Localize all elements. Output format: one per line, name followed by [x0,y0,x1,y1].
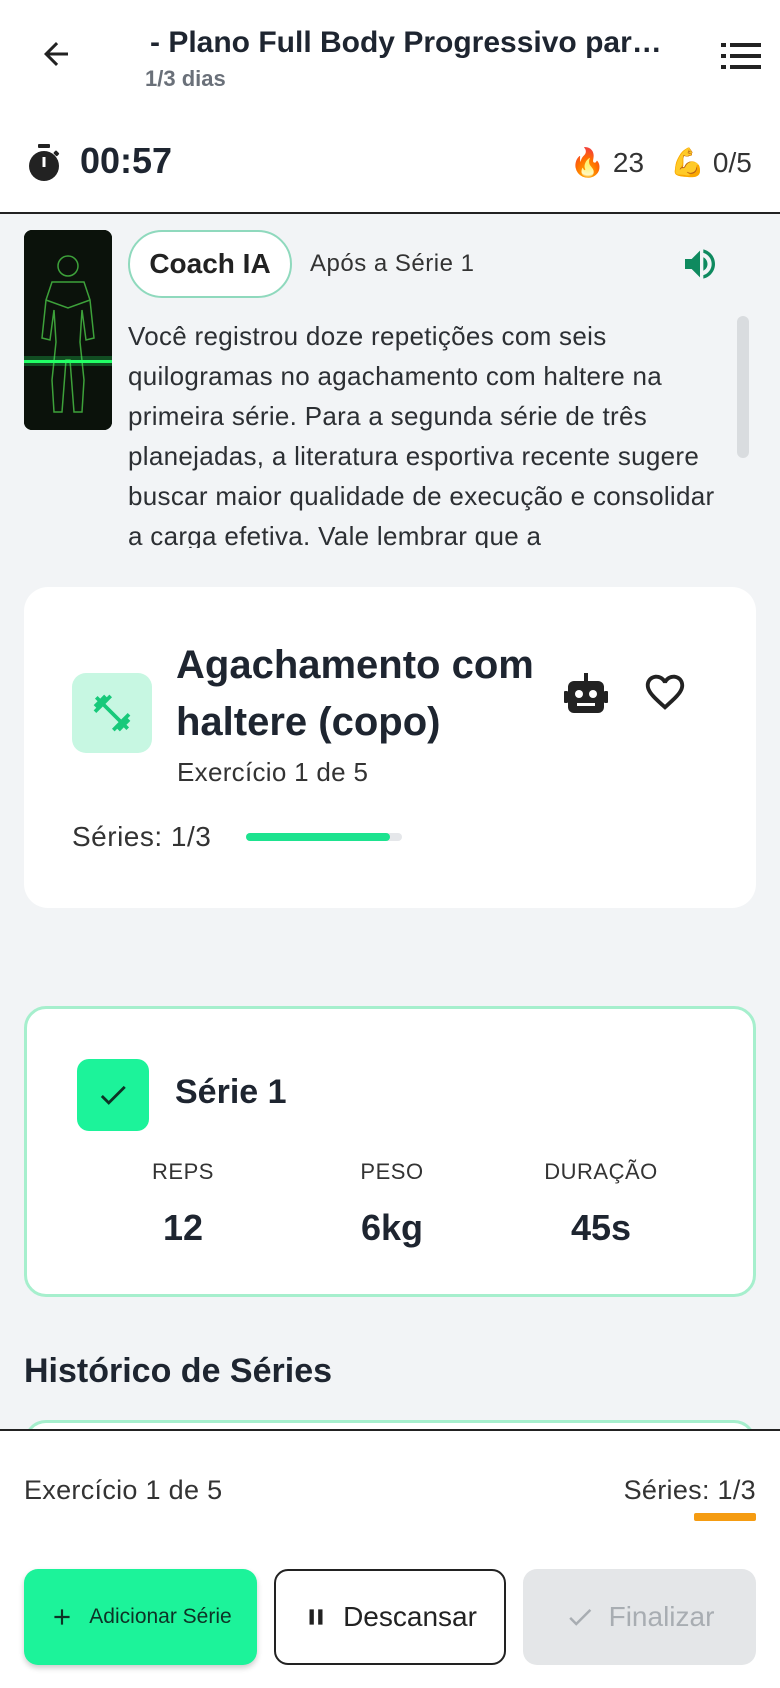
series-progress-fill [246,833,390,841]
volume-icon [685,249,715,279]
ai-assistant-button[interactable] [562,671,610,719]
coach-badge: Coach IA [128,230,292,298]
dumbbell-icon [93,694,131,732]
set-duration-value: 45s [570,1207,632,1248]
fire-icon: 🔥 [570,147,605,178]
set-weight-value: 6kg [360,1207,424,1248]
coach-message-scrollbar[interactable] [737,316,749,458]
set-title: Série 1 [175,1073,287,1111]
set-reps-value: 12 [162,1207,204,1248]
heart-icon [645,674,685,710]
exercise-progress-count: 0/5 [712,146,752,178]
history-title: Histórico de Séries [24,1352,333,1390]
speaker-button[interactable] [680,244,720,284]
set-weight: PESO 6kg [292,1159,492,1249]
workout-timer: 00:57 [80,140,173,181]
add-series-button[interactable]: Adicionar Série [24,1569,257,1665]
bottom-series-count: Séries: 1/3 [623,1475,756,1505]
exercise-count: Exercício 1 de 5 [177,757,369,787]
coach-context-label: Após a Série 1 [310,250,475,277]
favorite-button[interactable] [642,669,690,717]
set-reps-label: REPS [152,1159,214,1184]
set-duration: DURAÇÃO 45s [501,1159,701,1249]
check-icon [100,1085,126,1105]
stopwatch-icon [29,144,60,181]
add-series-label: Adicionar Série [89,1605,232,1628]
list-icon [721,43,761,69]
set-complete-checkbox[interactable] [77,1059,149,1131]
robot-icon [564,673,608,713]
series-indicator [694,1513,756,1521]
app-header: - Plano Full Body Progressivo para ... 1… [0,0,780,214]
coach-message: Você registrou doze repetições com seis … [128,321,715,548]
set-weight-label: PESO [360,1159,424,1184]
exercise-icon-tile [72,673,152,753]
exercise-progress-stat: 💪 0/5 [670,146,752,179]
plus-icon [54,1609,70,1625]
set-reps: REPS 12 [83,1159,283,1249]
series-label: Séries: 1/3 [72,821,212,852]
exercise-card: Agachamento com haltere (copo) Exercício… [24,587,756,908]
page-title: - Plano Full Body Progressivo para ... [150,26,670,59]
arrow-left-icon [44,42,68,66]
set-duration-label: DURAÇÃO [544,1159,658,1184]
bottom-exercise-count: Exercício 1 de 5 [24,1475,223,1505]
pause-icon [309,1609,323,1625]
streak-stat: 🔥 23 [570,146,644,179]
check-icon [568,1608,591,1626]
page-subtitle: 1/3 dias [145,66,226,91]
streak-count: 23 [612,146,645,178]
finish-button[interactable]: Finalizar [523,1569,756,1665]
finish-label: Finalizar [608,1601,715,1632]
bottom-bar: Exercício 1 de 5 Séries: 1/3 Adicionar S… [0,1429,780,1688]
rest-button[interactable]: Descansar [274,1569,506,1665]
exercise-name: Agachamento com haltere (copo) [176,643,534,744]
flexed-biceps-icon: 💪 [670,147,705,178]
status-row: 00:57 🔥 23 💪 0/5 [0,130,780,200]
rest-label: Descansar [343,1601,477,1632]
menu-button[interactable] [716,36,766,76]
set-card: Série 1 REPS 12 PESO 6kg DURAÇÃO 45s [24,1006,756,1297]
series-progress-bar [246,833,402,841]
coach-avatar [24,230,112,430]
back-button[interactable] [34,32,78,76]
